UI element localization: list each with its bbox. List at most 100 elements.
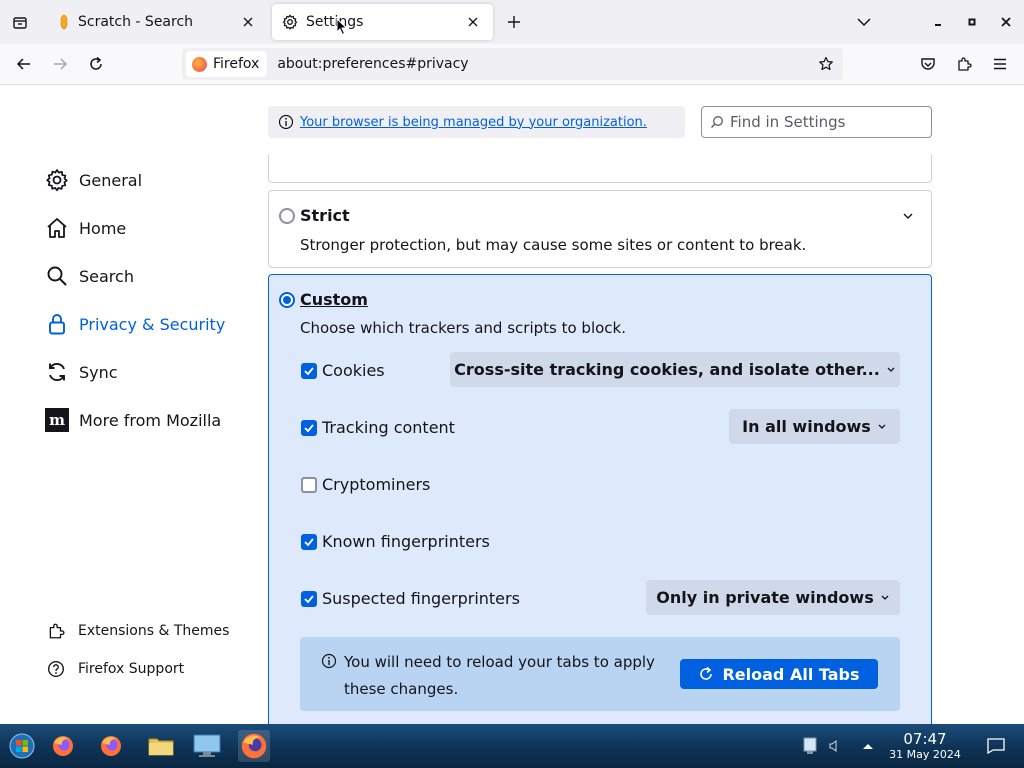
policies-notice: Your browser is being managed by your or… (268, 106, 685, 138)
notifications-button[interactable] (980, 730, 1012, 762)
app-menu-button[interactable] (985, 49, 1015, 79)
strict-radio[interactable] (279, 208, 295, 224)
category-sync[interactable]: Sync (45, 360, 118, 384)
strict-option-card[interactable]: Strict Stronger protection, but may caus… (268, 190, 932, 268)
forward-button[interactable] (45, 49, 75, 79)
taskbar-firefox-2[interactable] (95, 730, 127, 762)
firefox-icon (101, 736, 121, 756)
suspected-fingerprinters-dropdown[interactable]: Only in private windows (646, 580, 900, 615)
clock[interactable]: 07:47 31 May 2024 (880, 731, 970, 762)
standard-option-card[interactable] (268, 155, 932, 183)
tab-list-icon (13, 17, 27, 29)
cryptominers-checkbox[interactable] (301, 477, 317, 493)
close-window-button[interactable] (992, 8, 1020, 36)
windows-logo-icon (9, 733, 35, 759)
checkmark-icon (304, 424, 314, 433)
star-icon (819, 56, 833, 71)
identity-box[interactable]: Firefox (186, 51, 268, 77)
pocket-icon (921, 58, 935, 70)
list-all-tabs-button[interactable] (850, 8, 878, 36)
gear-icon (45, 168, 69, 192)
tab-list-button[interactable] (4, 6, 36, 38)
taskbar: 07:47 31 May 2024 (0, 724, 1024, 768)
known-fingerprinters-checkbox[interactable] (301, 534, 317, 550)
checkmark-icon (304, 595, 314, 604)
url-bar[interactable]: Firefox about:preferences#privacy (182, 48, 843, 80)
plus-icon (508, 16, 520, 28)
close-icon (243, 17, 253, 27)
gear-icon (282, 14, 298, 30)
expand-strict-button[interactable] (900, 208, 916, 224)
custom-radio[interactable] (279, 292, 295, 308)
category-search[interactable]: Search (45, 264, 134, 288)
category-home[interactable]: Home (45, 216, 126, 240)
sync-icon (45, 360, 69, 384)
category-more-from-mozilla[interactable]: m More from Mozilla (45, 408, 221, 432)
tracking-content-checkbox[interactable] (301, 420, 317, 436)
url-text[interactable]: about:preferences#privacy (277, 56, 813, 72)
folder-icon (148, 738, 174, 756)
chevron-down-icon (903, 213, 913, 219)
taskbar-control-panel[interactable] (191, 730, 223, 762)
tab-scratch-search[interactable]: Scratch - Search (48, 4, 268, 40)
minimize-icon (935, 24, 941, 26)
firefox-support-link[interactable]: Firefox Support (47, 660, 184, 678)
info-icon (278, 114, 294, 130)
identity-label: Firefox (213, 56, 260, 72)
category-label: More from Mozilla (79, 410, 222, 430)
notification-icon (987, 738, 1005, 754)
cookies-checkbox[interactable] (301, 363, 317, 379)
known-fingerprinters-label[interactable]: Known fingerprinters (322, 532, 490, 551)
reload-notice-text: You will need to reload your tabs to app… (344, 653, 655, 698)
cookies-label[interactable]: Cookies (322, 361, 385, 380)
taskbar-file-manager[interactable] (145, 730, 177, 762)
tray-volume[interactable] (818, 730, 850, 762)
close-tab-button[interactable] (463, 12, 483, 32)
search-field[interactable] (701, 106, 932, 138)
minimize-button[interactable] (924, 8, 952, 36)
new-tab-button[interactable] (500, 8, 528, 36)
extensions-button[interactable] (949, 49, 979, 79)
bookmark-star-button[interactable] (813, 51, 839, 77)
close-tab-button[interactable] (238, 12, 258, 32)
tab-settings[interactable]: Settings (272, 4, 493, 40)
category-label: Privacy & Security (79, 314, 226, 334)
taskbar-firefox-active[interactable] (238, 730, 270, 762)
settings-page: Your browser is being managed by your or… (0, 85, 1024, 724)
mouse-cursor (336, 18, 348, 36)
cryptominers-label[interactable]: Cryptominers (322, 475, 430, 494)
taskbar-firefox-1[interactable] (47, 730, 79, 762)
maximize-button[interactable] (958, 8, 986, 36)
category-general[interactable]: General (45, 168, 142, 192)
suspected-fingerprinters-checkbox[interactable] (301, 591, 317, 607)
puzzle-icon (958, 57, 972, 71)
firefox-logo-icon (192, 56, 207, 72)
policies-link[interactable]: Your browser is being managed by your or… (300, 115, 647, 130)
search-icon (711, 116, 723, 128)
chevron-down-icon (877, 423, 887, 431)
back-button[interactable] (9, 49, 39, 79)
reload-all-tabs-button[interactable]: Reload All Tabs (680, 659, 878, 689)
close-icon (1001, 17, 1011, 27)
tracking-content-label[interactable]: Tracking content (322, 418, 455, 437)
extensions-themes-link[interactable]: Extensions & Themes (47, 622, 229, 640)
reload-button-label: Reload All Tabs (722, 664, 860, 684)
mozilla-icon: m (45, 408, 69, 432)
info-icon (321, 653, 337, 669)
suspected-fingerprinters-label[interactable]: Suspected fingerprinters (322, 589, 520, 608)
puzzle-icon (47, 622, 65, 640)
search-input[interactable] (730, 113, 920, 131)
volume-icon (829, 740, 837, 752)
pocket-button[interactable] (913, 49, 943, 79)
category-label: General (79, 170, 143, 190)
cookies-dropdown[interactable]: Cross-site tracking cookies, and isolate… (450, 352, 900, 387)
firefox-icon (241, 733, 267, 759)
reload-button[interactable] (81, 49, 111, 79)
tab-title: Settings (306, 14, 364, 30)
strict-title: Strict (300, 206, 350, 225)
reload-icon (90, 56, 102, 70)
tracking-content-dropdown[interactable]: In all windows (729, 409, 900, 444)
start-button[interactable] (6, 730, 38, 762)
tab-title: Scratch - Search (78, 14, 194, 30)
category-privacy[interactable]: Privacy & Security (45, 312, 225, 336)
